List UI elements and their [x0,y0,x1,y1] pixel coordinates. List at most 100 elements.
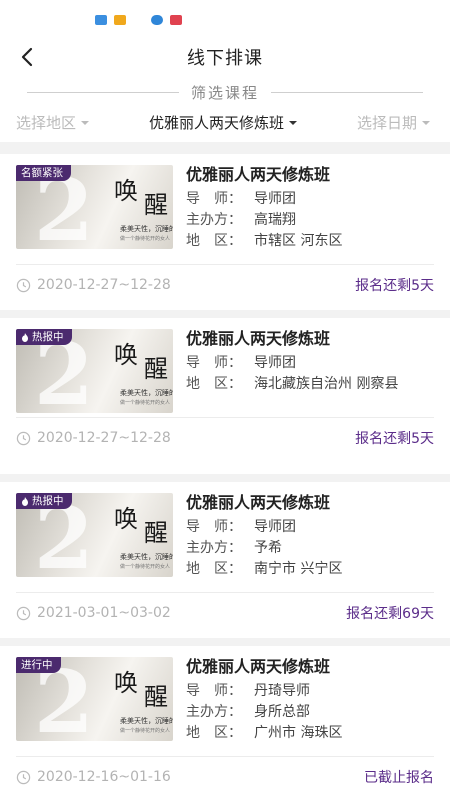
status-badge: 进行中 [16,657,61,673]
region-label: 地 区： [186,233,242,249]
thumbnail-number: 2 [34,165,94,250]
course-title: 优雅丽人两天修炼班 [186,493,331,512]
thumbnail-slogan: 柔美天性，沉睡的优雅 [120,389,173,397]
organizer-label: 主办方： [186,212,242,228]
enroll-status[interactable]: 报名还剩5天 [355,428,434,448]
course-date: 2020-12-27~12-28 [16,430,171,446]
teacher-value: 导师团 [254,191,296,207]
clock-icon [16,278,31,292]
message-app-icon [114,15,126,25]
course-filter-label: 优雅丽人两天修炼班 [148,113,284,132]
course-card[interactable]: 2 唤 醒 柔美天性，沉睡的优雅 做一个静待花开的女人 热报中 优雅丽人两天修炼… [0,318,450,474]
region-row: 地 区： 南宁市 兴宁区 [186,559,434,580]
caret-down-icon [421,120,430,125]
teacher-value: 导师团 [254,355,296,371]
course-info: 优雅丽人两天修炼班 导 师： 导师团 地 区： 海北藏族自治州 刚察县 [186,329,434,417]
date-text: 2021-03-01~03-02 [37,605,171,621]
thumbnail-slogan: 柔美天性，沉睡的优雅 [120,553,173,561]
enroll-status[interactable]: 报名还剩69天 [346,603,434,623]
date-filter[interactable]: 选择日期 [357,112,430,133]
divider-line [271,91,423,93]
thumbnail-char-2: 醒 [144,191,168,219]
date-text: 2020-12-27~12-28 [37,277,171,293]
thumbnail-char-1: 唤 [114,669,138,697]
course-info: 优雅丽人两天修炼班 导 师： 导师团 主办方： 高瑞翔 地 区： 市辖区 河东区 [186,165,434,264]
region-filter[interactable]: 选择地区 [16,112,90,133]
organizer-label: 主办方： [186,540,242,556]
region-row: 地 区： 海北藏族自治州 刚察县 [186,374,434,395]
teacher-row: 导 师： 导师团 [186,353,434,374]
clock-icon [16,606,31,620]
thumbnail-char-1: 唤 [114,177,138,205]
flame-icon [22,496,28,506]
course-thumbnail: 2 唤 醒 柔美天性，沉睡的优雅 做一个静待花开的女人 进行中 [16,657,173,741]
thumbnail-slogan-sub: 做一个静待花开的女人 [120,564,171,570]
course-thumbnail: 2 唤 醒 柔美天性，沉睡的优雅 做一个静待花开的女人 名额紧张 [16,165,173,249]
region-value: 南宁市 兴宁区 [254,561,343,577]
course-thumbnail: 2 唤 醒 柔美天性，沉睡的优雅 做一个静待花开的女人 热报中 [16,493,173,577]
organizer-label: 主办方： [186,704,242,720]
thumbnail-slogan: 柔美天性，沉睡的优雅 [120,225,173,233]
date-text: 2020-12-27~12-28 [37,430,171,446]
nav-bar: 线下排课 [0,40,450,74]
organizer-row: 主办方： 高瑞翔 [186,210,434,231]
clock-icon [16,770,31,784]
organizer-value: 高瑞翔 [254,212,296,228]
region-filter-label: 选择地区 [16,113,77,132]
region-row: 地 区： 广州市 海珠区 [186,723,434,744]
course-info: 优雅丽人两天修炼班 导 师： 导师团 主办方： 予希 地 区： 南宁市 兴宁区 [186,493,434,592]
notification-app-icon [95,15,107,25]
teacher-value: 丹琦导师 [254,683,310,699]
browser-app-icon [151,15,163,25]
region-label: 地 区： [186,725,242,741]
status-badge: 热报中 [16,329,72,345]
enroll-status[interactable]: 报名还剩5天 [355,275,434,295]
caret-down-icon [81,120,90,125]
thumbnail-number: 2 [34,657,94,742]
region-value: 海北藏族自治州 刚察县 [254,376,399,392]
teacher-value: 导师团 [254,519,296,535]
teacher-label: 导 师： [186,355,242,371]
course-title: 优雅丽人两天修炼班 [186,165,331,184]
teacher-row: 导 师： 丹琦导师 [186,681,434,702]
course-thumbnail: 2 唤 醒 柔美天性，沉睡的优雅 做一个静待花开的女人 热报中 [16,329,173,413]
filter-section-title: 筛选课程 [190,83,259,102]
clock-icon [16,431,31,445]
region-value: 市辖区 河东区 [254,233,343,249]
region-label: 地 区： [186,376,242,392]
filter-section-header: 筛选课程 [0,82,450,102]
teacher-label: 导 师： [186,683,242,699]
enroll-status[interactable]: 已截止报名 [364,767,434,787]
thumbnail-char-2: 醒 [144,355,168,383]
page-title: 线下排课 [187,48,263,69]
caret-down-icon [289,120,297,125]
teacher-row: 导 师： 导师团 [186,189,434,210]
flame-icon [22,332,28,342]
course-card[interactable]: 2 唤 醒 柔美天性，沉睡的优雅 做一个静待花开的女人 进行中 优雅丽人两天修炼… [0,646,450,800]
course-date: 2021-03-01~03-02 [16,605,171,621]
thumbnail-number: 2 [34,329,94,414]
course-title: 优雅丽人两天修炼班 [186,657,331,676]
thumbnail-slogan-sub: 做一个静待花开的女人 [120,400,171,406]
status-badge: 名额紧张 [16,165,71,181]
back-button[interactable] [16,46,38,68]
course-filter[interactable]: 优雅丽人两天修炼班 [149,112,297,133]
date-filter-label: 选择日期 [356,113,417,132]
thumbnail-slogan: 柔美天性，沉睡的优雅 [120,717,173,725]
thumbnail-char-2: 醒 [144,683,168,711]
status-bar [0,0,450,40]
badge-label: 热报中 [32,331,64,343]
filter-bar: 选择地区 优雅丽人两天修炼班 选择日期 [0,111,450,133]
course-title: 优雅丽人两天修炼班 [186,329,331,348]
region-row: 地 区： 市辖区 河东区 [186,231,434,252]
thumbnail-char-1: 唤 [114,505,138,533]
teacher-label: 导 师： [186,191,242,207]
divider-line [26,91,179,93]
organizer-value: 予希 [254,540,282,556]
thumbnail-slogan-sub: 做一个静待花开的女人 [120,236,171,242]
course-card[interactable]: 2 唤 醒 柔美天性，沉睡的优雅 做一个静待花开的女人 名额紧张 优雅丽人两天修… [0,154,450,310]
badge-label: 名额紧张 [21,167,63,179]
thumbnail-char-1: 唤 [114,341,138,369]
course-card[interactable]: 2 唤 醒 柔美天性，沉睡的优雅 做一个静待花开的女人 热报中 优雅丽人两天修炼… [0,482,450,638]
course-info: 优雅丽人两天修炼班 导 师： 丹琦导师 主办方： 身所总部 地 区： 广州市 海珠区 [186,657,434,756]
